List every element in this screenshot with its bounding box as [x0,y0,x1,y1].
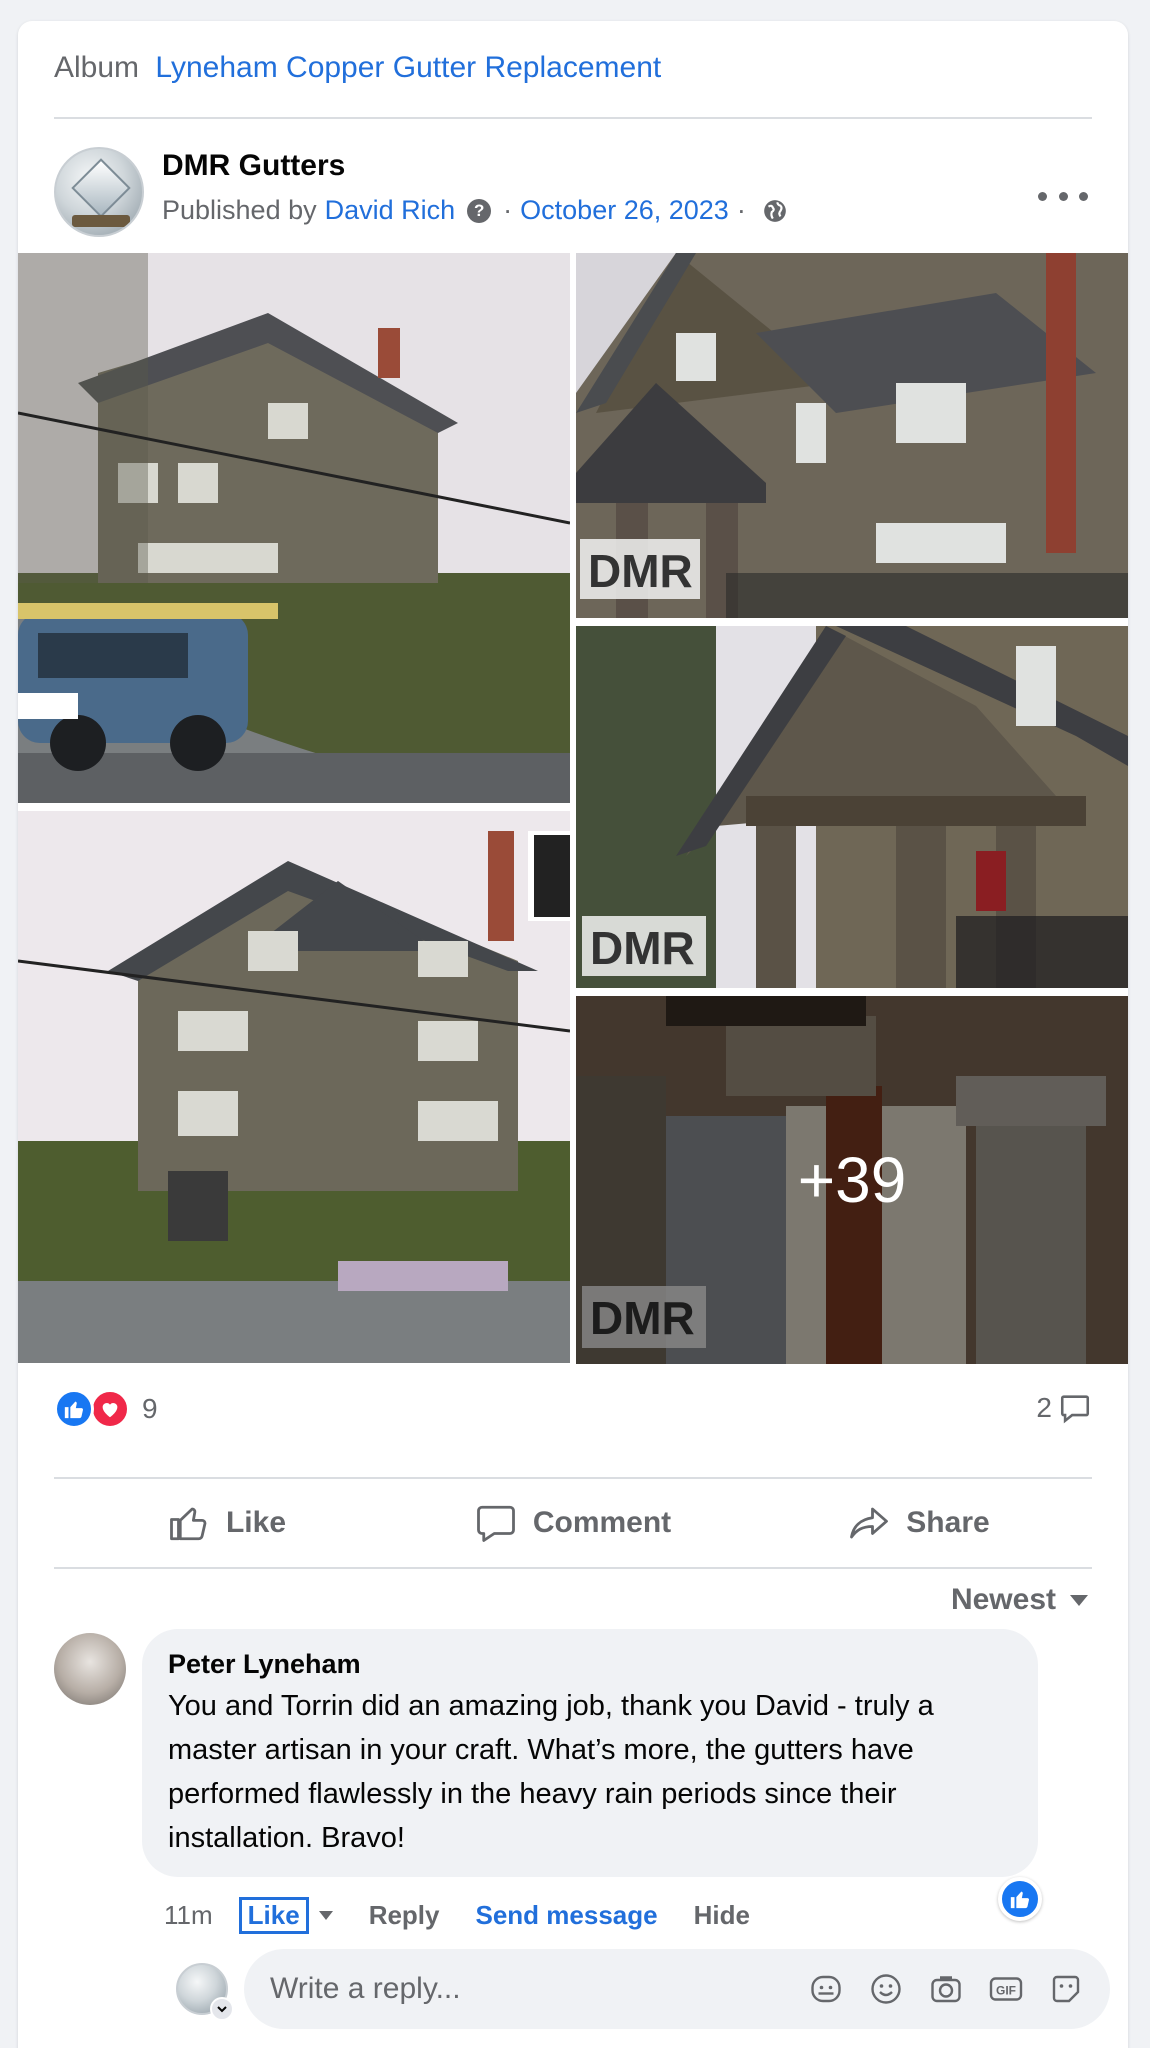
commenter-avatar[interactable] [54,1633,126,1705]
post-date-link[interactable]: October 26, 2023 [520,195,729,226]
post-meta: Published by David Rich ? · October 26, … [162,195,788,226]
comment-actions: 11m Like Reply Send message Hide [164,1897,750,1934]
album-prefix: Album [54,51,140,84]
chevron-down-icon [1070,1594,1088,1606]
reaction-count: 9 [142,1393,158,1424]
reply-composer: GIF [244,1949,1110,2029]
sticker-icon[interactable] [806,1969,846,2009]
comment-author[interactable]: Peter Lyneham [168,1649,1012,1680]
album-photo[interactable]: DMR [576,253,1128,618]
divider [54,1567,1092,1569]
chevron-down-icon[interactable] [318,1911,333,1920]
like-icon [170,1507,207,1541]
share-button[interactable]: Share [746,1479,1092,1567]
album-photo[interactable] [18,253,570,803]
love-reaction-icon [90,1389,130,1429]
more-photos-count[interactable]: +39 [576,996,1128,1364]
comment-sort-dropdown[interactable]: Newest [951,1583,1088,1617]
question-icon[interactable]: ? [467,198,492,223]
share-label: Share [906,1506,990,1539]
comment-like-reaction-icon[interactable] [998,1877,1042,1921]
comment-text: You and Torrin did an amazing job, thank… [168,1690,934,1854]
gif-icon[interactable]: GIF [986,1969,1026,2009]
watermark-text: DMR [588,545,693,597]
page-avatar[interactable] [54,147,144,237]
like-button[interactable]: Like [54,1479,400,1567]
comment-bubble: Peter Lyneham You and Torrin did an amaz… [142,1629,1038,1877]
album-photo-more[interactable]: DMR +39 [576,996,1128,1364]
like-reaction-icon [54,1389,94,1429]
comment-button[interactable]: Comment [400,1479,746,1567]
more-options-button[interactable] [1038,181,1088,211]
comment-time[interactable]: 11m [164,1900,213,1931]
reply-tools: GIF [806,1969,1086,2009]
comment-count-value: 2 [1036,1392,1052,1423]
camera-icon[interactable] [926,1969,966,2009]
emoji-icon[interactable] [866,1969,906,2009]
share-icon [850,1507,889,1539]
published-by-label: Published by [162,195,317,225]
comment-like-button[interactable]: Like [238,1897,309,1934]
page-name[interactable]: DMR Gutters [162,149,345,183]
album-photo[interactable]: DMR [576,626,1128,988]
comment-count[interactable]: 2 [1036,1391,1092,1425]
chevron-down-icon[interactable] [210,1997,234,2021]
globe-icon [763,199,786,222]
comment-label: Comment [532,1506,672,1539]
hide-comment-button[interactable]: Hide [694,1900,750,1931]
album-link[interactable]: Lyneham Copper Gutter Replacement [155,51,661,84]
comment-reply-button[interactable]: Reply [369,1900,440,1931]
divider [54,117,1092,119]
post-actions: Like Comment Share [54,1479,1092,1567]
svg-text:GIF: GIF [996,1983,1016,1997]
send-message-button[interactable]: Send message [476,1900,658,1931]
album-header: Album Lyneham Copper Gutter Replacement [54,51,661,85]
author-link[interactable]: David Rich [325,195,456,226]
comment-icon [476,1505,515,1542]
album-photo[interactable] [18,811,570,1363]
reactions-summary[interactable]: 9 [54,1389,158,1429]
comment-count-icon [1060,1395,1090,1424]
like-label: Like [225,1506,287,1539]
post-card: Album Lyneham Copper Gutter Replacement … [18,21,1128,2048]
watermark-text: DMR [590,922,695,974]
reply-input[interactable] [270,1972,806,2006]
sort-label: Newest [950,1583,1056,1616]
avatar-sticker-icon[interactable] [1046,1969,1086,2009]
